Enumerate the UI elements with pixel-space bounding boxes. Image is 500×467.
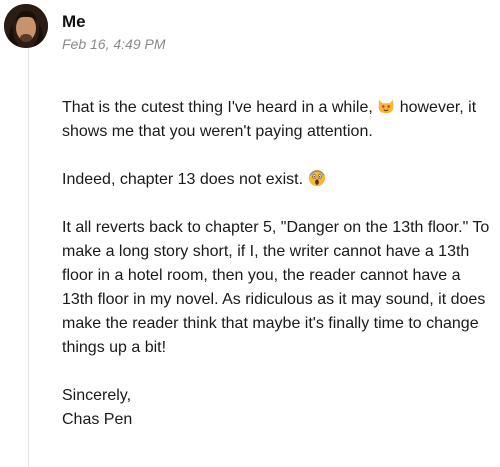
smiling-cat-heart-eyes-icon	[379, 99, 394, 114]
signoff: Sincerely,	[62, 387, 132, 404]
face-screaming-in-fear-icon	[308, 169, 325, 187]
paragraph-2-text: Indeed, chapter 13 does not exist.	[62, 171, 304, 188]
post-timestamp: Feb 16, 4:49 PM	[62, 36, 166, 52]
paragraph-2: Indeed, chapter 13 does not exist.	[62, 168, 492, 192]
signature: Chas Pen	[62, 411, 133, 428]
paragraph-3: It all reverts back to chapter 5, "Dange…	[62, 219, 490, 356]
thread-line	[28, 44, 29, 467]
message-body: That is the cutest thing I've heard in a…	[62, 96, 492, 432]
author-name[interactable]: Me	[62, 12, 86, 32]
paragraph-1: That is the cutest thing I've heard in a…	[62, 96, 492, 144]
avatar[interactable]	[4, 4, 48, 48]
paragraph-1-text: That is the cutest thing I've heard in a…	[62, 99, 373, 116]
